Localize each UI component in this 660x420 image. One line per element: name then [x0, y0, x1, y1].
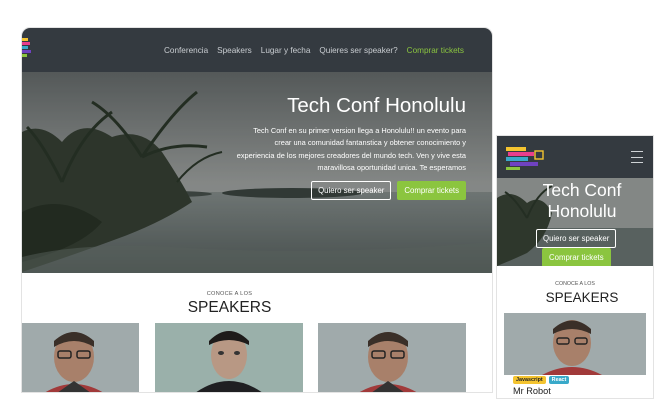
tag-react: React [548, 376, 570, 384]
tag-javascript: Javascript [513, 376, 546, 384]
mobile-navbar [497, 136, 653, 178]
speakers-heading: SPEAKERS [187, 299, 272, 316]
desktop-view: Conferencia Speakers Lugar y fecha Quier… [22, 28, 492, 392]
nav-menu: Conferencia Speakers Lugar y fecha Quier… [164, 28, 464, 72]
mobile-speaker-button[interactable]: Quiero ser speaker [536, 229, 617, 248]
logo-icon[interactable] [506, 145, 544, 171]
navbar: Conferencia Speakers Lugar y fecha Quier… [22, 28, 492, 72]
nav-item-comprar-tickets[interactable]: Comprar tickets [407, 46, 464, 55]
hero-description: Tech Conf en su primer version llega a H… [236, 126, 466, 172]
speaker-name: Mr Robot [513, 386, 551, 396]
speaker-button[interactable]: Quiero ser speaker [311, 181, 392, 200]
hero-buttons: Quiero ser speaker Comprar tickets [311, 181, 466, 200]
hamburger-icon[interactable] [631, 151, 643, 163]
mobile-hero-title: Tech Conf Honolulu [542, 180, 622, 221]
speakers-kicker: CONOCE A LOS [206, 291, 253, 297]
screenshot-stage: Conferencia Speakers Lugar y fecha Quier… [0, 0, 660, 420]
logo-icon[interactable] [22, 38, 32, 62]
mobile-view: Tech Conf Honolulu Quiero ser speaker Co… [497, 136, 653, 398]
mobile-speakers-kicker: CONOCE A LOS [555, 281, 595, 287]
nav-item-speakers[interactable]: Speakers [217, 46, 252, 55]
speaker-photo-3[interactable] [318, 323, 466, 392]
mobile-speaker-photo[interactable] [504, 313, 646, 375]
mobile-speakers-heading: SPEAKERS [545, 290, 619, 305]
mobile-hero-section: Tech Conf Honolulu Quiero ser speaker Co… [497, 178, 653, 266]
mobile-buy-tickets-button[interactable]: Comprar tickets [542, 248, 611, 266]
hero-title: Tech Conf Honolulu [287, 94, 466, 117]
speaker-tags: Javascript React [513, 376, 570, 384]
nav-item-conferencia[interactable]: Conferencia [164, 46, 208, 55]
nav-item-lugar-fecha[interactable]: Lugar y fecha [261, 46, 311, 55]
speaker-photo-1[interactable] [22, 323, 139, 392]
speakers-section: CONOCE A LOS SPEAKERS [22, 273, 492, 392]
nav-item-ser-speaker[interactable]: Quieres ser speaker? [319, 46, 397, 55]
hero-section: Tech Conf Honolulu Tech Conf en su prime… [22, 72, 492, 273]
buy-tickets-button[interactable]: Comprar tickets [397, 181, 466, 200]
speaker-photo-2[interactable] [155, 323, 303, 392]
